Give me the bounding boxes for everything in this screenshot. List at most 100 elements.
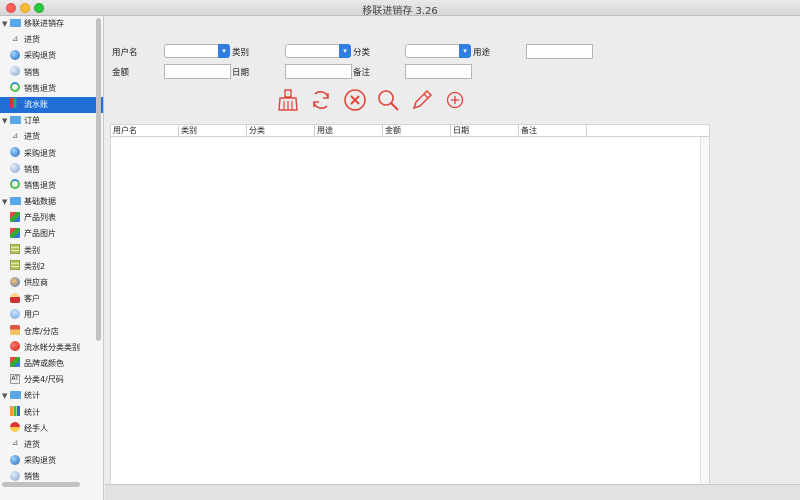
sidebar-item[interactable]: 品牌或颜色 xyxy=(0,356,103,372)
sidebar-item-label: 仓库/分店 xyxy=(24,326,59,336)
delete-icon xyxy=(344,89,366,111)
column-header[interactable]: 类别 xyxy=(179,125,247,137)
note-field[interactable] xyxy=(405,64,472,79)
search-button[interactable] xyxy=(376,88,400,112)
sidebar-item[interactable]: 产品列表 xyxy=(0,210,103,226)
sidebar-item-label: 用户 xyxy=(24,310,40,320)
disclosure-triangle-icon[interactable]: ▼ xyxy=(2,113,10,129)
sidebar-item[interactable]: 类别2 xyxy=(0,259,103,275)
sidebar-item[interactable]: ⊿ 进货 xyxy=(0,437,103,453)
username-label: 用户名 xyxy=(112,48,138,58)
sidebar-vertical-scrollbar[interactable] xyxy=(96,18,101,341)
sidebar-item[interactable]: 销售 xyxy=(0,65,103,81)
delete-button[interactable] xyxy=(343,88,367,112)
column-header[interactable]: 金额 xyxy=(383,125,451,137)
sidebar-item[interactable]: 产品图片 xyxy=(0,226,103,242)
column-header[interactable]: 用途 xyxy=(315,125,383,137)
title-bar: 移联进销存 3.26 xyxy=(0,0,800,17)
globe-icon xyxy=(10,49,20,60)
sidebar-item[interactable]: 流水帐分类类别 xyxy=(0,340,103,356)
status-bar xyxy=(105,484,800,500)
sidebar-item[interactable]: ⊿ 进货 xyxy=(0,32,103,48)
column-header[interactable]: 备注 xyxy=(519,125,587,137)
edit-icon xyxy=(412,89,433,110)
sidebar-item-label: 采购退货 xyxy=(24,148,56,158)
sidebar-item[interactable]: 仓库/分店 xyxy=(0,324,103,340)
sidebar-group[interactable]: ▼ 统计 xyxy=(0,388,103,404)
sidebar-item-label: 进货 xyxy=(24,35,40,45)
sidebar-item[interactable]: 流水账 xyxy=(0,96,103,114)
column-header[interactable]: 日期 xyxy=(451,125,519,137)
sidebar-item-label: 经手人 xyxy=(24,423,48,433)
sidebar-item[interactable]: 用户 xyxy=(0,307,103,323)
amount-field[interactable] xyxy=(164,64,231,79)
refresh-icon xyxy=(10,179,20,190)
refresh-button[interactable] xyxy=(309,88,333,112)
red-circle-icon xyxy=(10,341,20,352)
table-vertical-scrollbar[interactable] xyxy=(700,137,709,491)
sidebar-item-label: 类别 xyxy=(24,245,40,255)
sidebar-item-label: 采购退货 xyxy=(24,51,56,61)
chevron-down-icon: ▾ xyxy=(459,44,471,58)
sidebar-item[interactable]: 采购退货 xyxy=(0,146,103,162)
add-button[interactable] xyxy=(445,90,465,110)
folder-icon xyxy=(10,18,21,27)
sidebar-item-label: 类别2 xyxy=(24,261,46,271)
sidebar-horizontal-scrollbar[interactable] xyxy=(2,482,80,487)
sidebar-item-label: 进货 xyxy=(24,439,40,449)
globe-icon xyxy=(10,147,20,157)
folder-icon xyxy=(10,196,21,205)
search-icon xyxy=(378,90,399,111)
sidebar-item-label: 采购退货 xyxy=(24,456,56,466)
chevron-down-icon: ▾ xyxy=(339,44,351,58)
disclosure-triangle-icon[interactable]: ▼ xyxy=(2,194,10,210)
sidebar-item[interactable]: 客户 xyxy=(0,291,103,307)
ledger-table[interactable]: 用户名 类别 分类 用途 金额 日期 备注 xyxy=(110,124,710,492)
sidebar-group[interactable]: ▼ 移联进销存 xyxy=(0,16,103,32)
list-icon xyxy=(10,244,20,255)
sidebar-item[interactable]: 经手人 xyxy=(0,421,103,437)
purpose-label: 用途 xyxy=(473,48,491,58)
sidebar-group-label: 订单 xyxy=(24,116,40,126)
amount-label: 金额 xyxy=(112,68,130,78)
subcategory-label: 分类 xyxy=(353,48,371,58)
sidebar-item[interactable]: 类别 xyxy=(0,243,103,259)
coin-icon xyxy=(10,163,20,174)
sidebar-item-label: 销售 xyxy=(24,472,40,482)
sidebar-group-label: 移联进销存 xyxy=(24,19,64,28)
people-icon xyxy=(10,276,20,287)
username-select[interactable]: ▾ xyxy=(164,44,230,58)
window-title: 移联进销存 3.26 xyxy=(362,6,438,17)
sidebar-item[interactable]: 销售退货 xyxy=(0,178,103,194)
table-header: 用户名 类别 分类 用途 金额 日期 备注 xyxy=(111,125,709,137)
disclosure-triangle-icon[interactable]: ▼ xyxy=(2,16,10,32)
sidebar-group[interactable]: ▼ 订单 xyxy=(0,113,103,129)
subcategory-select[interactable]: ▾ xyxy=(405,44,471,58)
purpose-field[interactable] xyxy=(526,44,593,59)
list-icon xyxy=(10,260,20,271)
disclosure-triangle-icon[interactable]: ▼ xyxy=(2,388,10,404)
sidebar-item[interactable]: AT 分类4/尺码 xyxy=(0,372,103,388)
sidebar-item[interactable]: 采购退货 xyxy=(0,48,103,64)
sidebar-item[interactable]: ⊿ 进货 xyxy=(0,129,103,145)
edit-button[interactable] xyxy=(410,88,434,112)
sidebar-item-label: 流水账 xyxy=(24,99,48,109)
sidebar-item-label: 客户 xyxy=(24,294,40,304)
sidebar-group[interactable]: ▼ 基础数据 xyxy=(0,194,103,210)
category-select[interactable]: ▾ xyxy=(285,44,351,58)
sidebar-item-label: 供应商 xyxy=(24,278,48,287)
sidebar-item[interactable]: 供应商 xyxy=(0,275,103,291)
sidebar-item-label: 销售 xyxy=(24,164,40,174)
sidebar-item-label: 销售退货 xyxy=(24,83,56,93)
sidebar-item[interactable]: 采购退货 xyxy=(0,453,103,469)
column-header[interactable]: 分类 xyxy=(247,125,315,137)
sidebar-item[interactable]: 销售 xyxy=(0,162,103,178)
date-field[interactable] xyxy=(285,64,352,79)
ledger-icon xyxy=(10,98,20,109)
coin-icon xyxy=(10,66,20,77)
sidebar-item[interactable]: 销售退货 xyxy=(0,81,103,97)
clear-button[interactable] xyxy=(276,88,300,112)
column-header[interactable]: 用户名 xyxy=(111,125,179,137)
sidebar-item[interactable]: 统计 xyxy=(0,405,103,421)
refresh-icon xyxy=(313,91,329,109)
